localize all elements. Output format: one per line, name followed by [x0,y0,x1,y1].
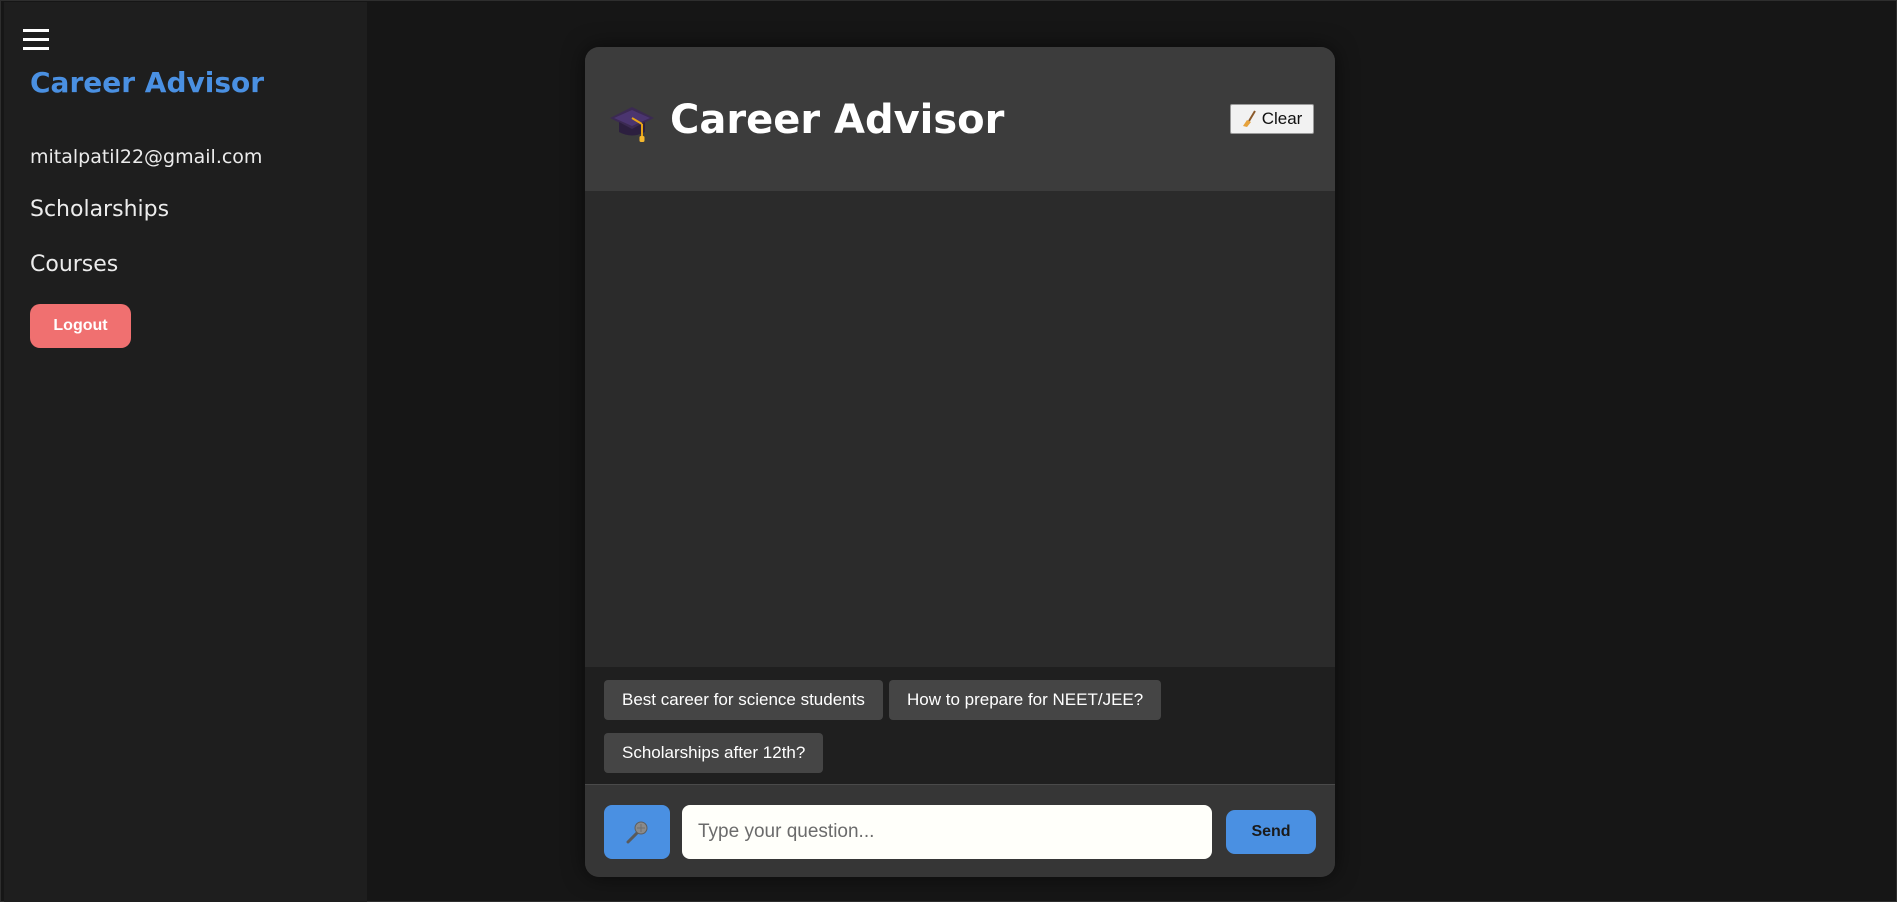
sidebar: Career Advisor mitalpatil22@gmail.com Sc… [4,2,367,902]
mic-button[interactable] [604,805,670,859]
clear-label: Clear [1261,109,1303,128]
chat-title: Career Advisor [670,97,1005,143]
chat-panel: Career Advisor Clear Best career for sci… [585,47,1335,877]
suggestion-chip-science-careers[interactable]: Best career for science students [604,680,883,720]
send-button[interactable]: Send [1226,810,1316,854]
sidebar-brand: Career Advisor [30,66,265,99]
chat-header: Career Advisor Clear [585,47,1335,191]
suggestion-chip-scholarships[interactable]: Scholarships after 12th? [604,733,824,773]
graduation-cap-icon [610,107,654,142]
sidebar-item-courses[interactable]: Courses [30,252,118,277]
input-bar: Send [585,784,1335,877]
suggestion-chip-neet-jee[interactable]: How to prepare for NEET/JEE? [889,680,1162,720]
broom-icon [1242,110,1256,127]
sidebar-item-scholarships[interactable]: Scholarships [30,197,169,222]
message-area [585,191,1335,667]
logout-button[interactable]: Logout [30,304,131,348]
clear-button[interactable]: Clear [1230,104,1314,134]
question-input[interactable] [682,805,1212,859]
user-email: mitalpatil22@gmail.com [30,146,263,168]
suggestion-list: Best career for science students How to … [585,667,1335,784]
microphone-icon [626,821,648,844]
menu-icon[interactable] [20,24,52,56]
